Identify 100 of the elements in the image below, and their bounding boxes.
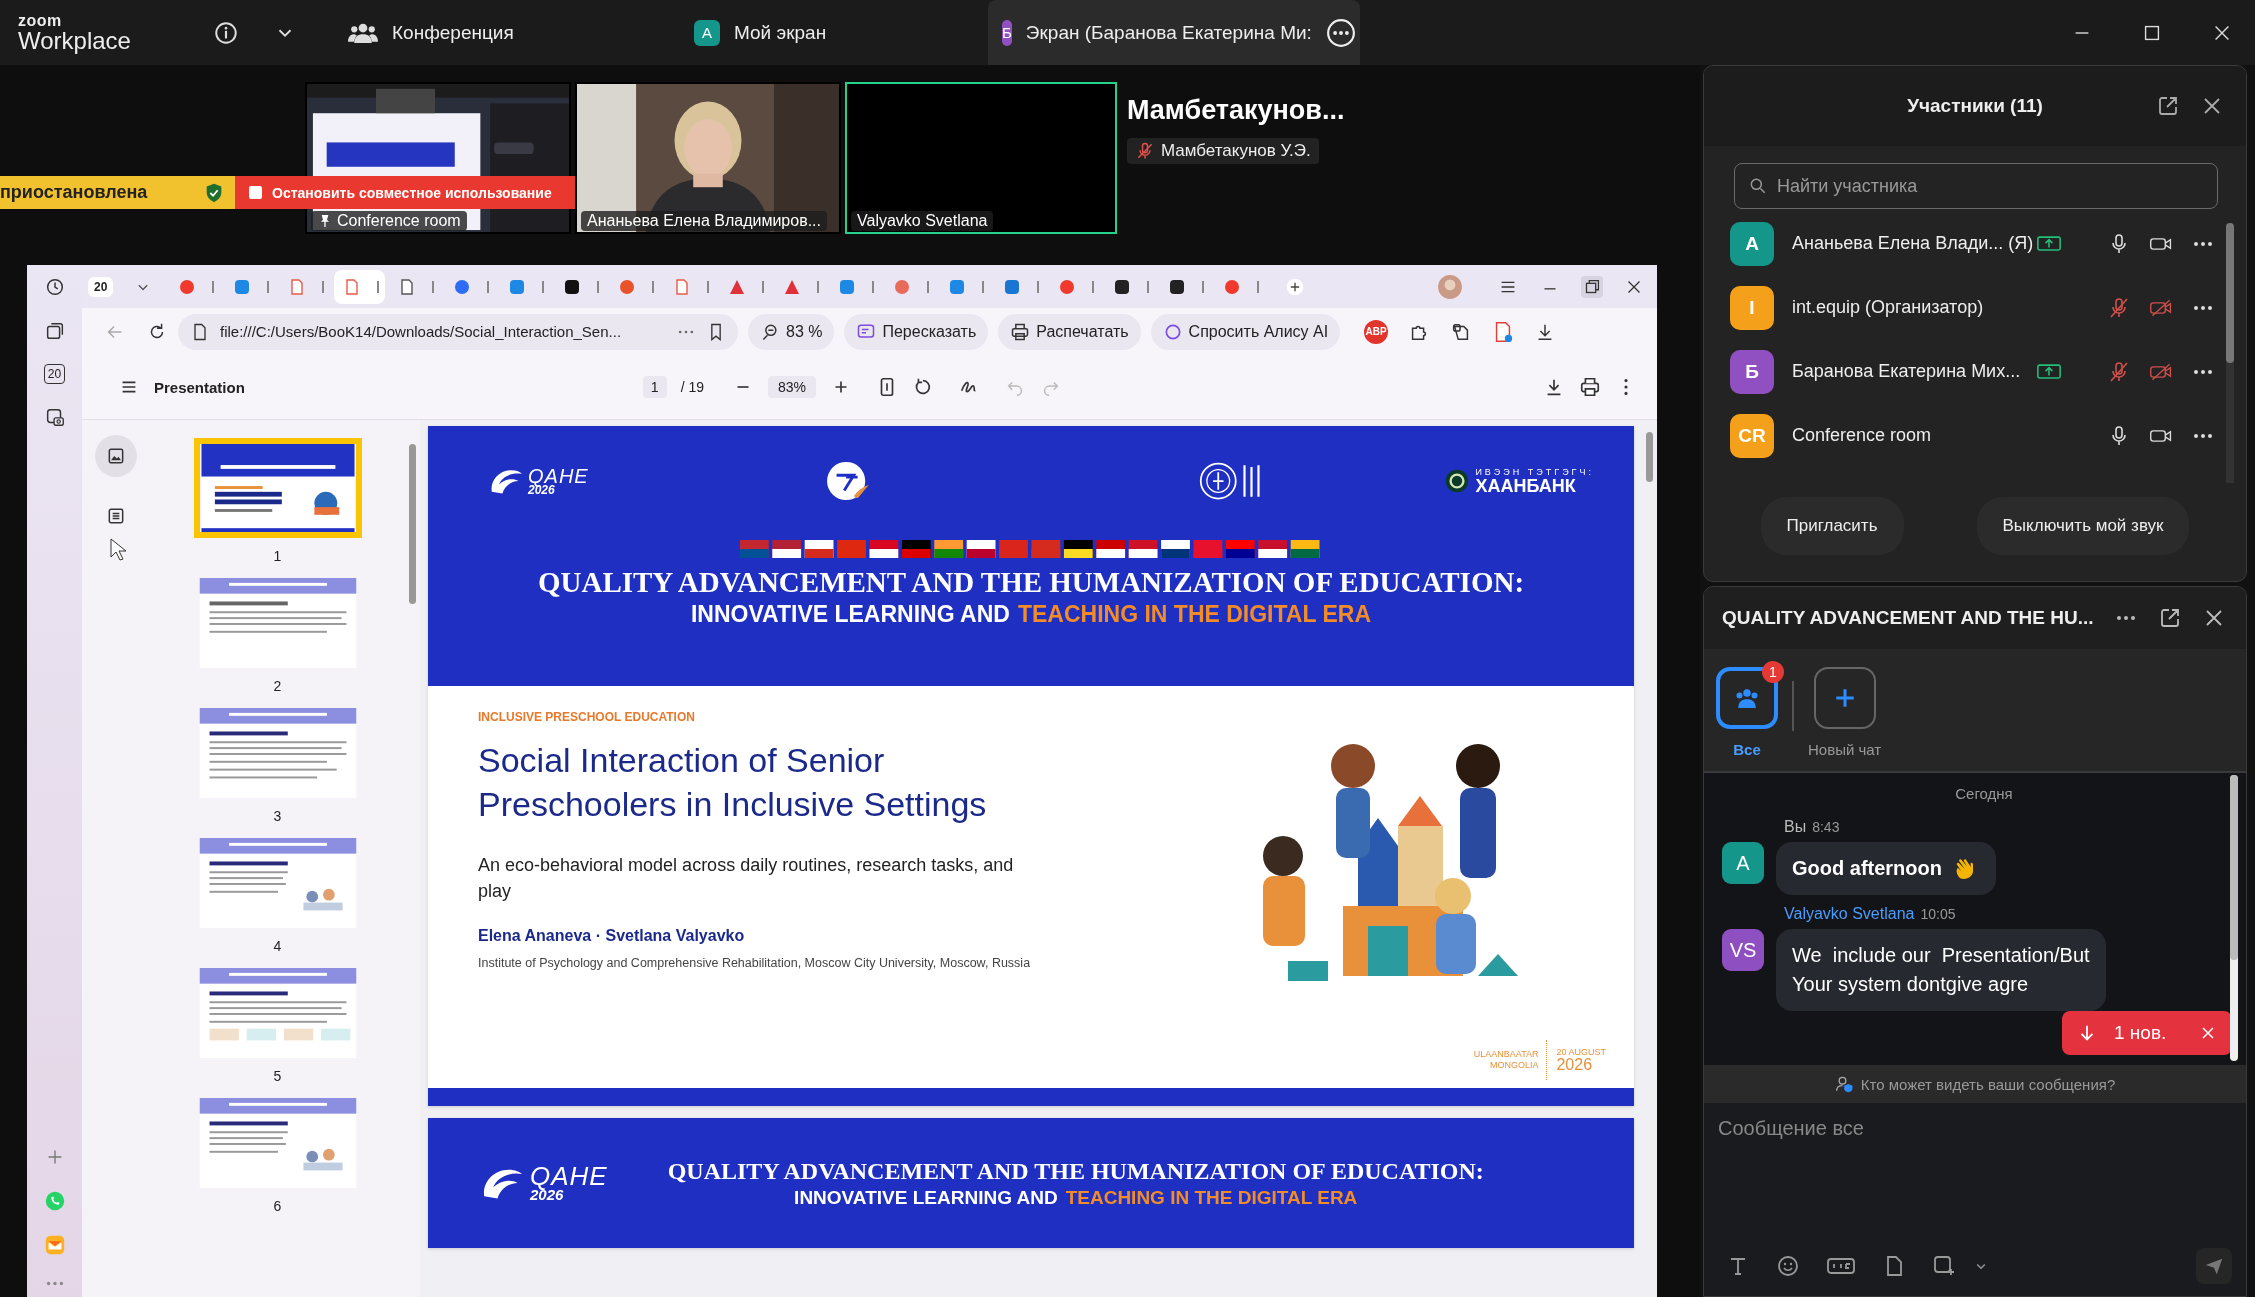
app-logo-text: zoom [18, 12, 63, 29]
address-field[interactable]: file:///C:/Users/BooK14/Downloads/Social_Interaction_Sen... [178, 313, 738, 350]
page-zoom-button[interactable]: 83 % [748, 313, 835, 350]
participant-name: Ананьева Елена Владимиров... [581, 211, 827, 231]
scrollbar-thumb[interactable] [409, 444, 416, 604]
scrollbar-thumb[interactable] [2226, 223, 2234, 363]
meeting-tab[interactable]: Б Экран (Баранова Екатерина Ми: [988, 0, 1360, 65]
toolbar-action-button[interactable]: Пересказать [844, 313, 989, 350]
participant-name[interactable]: int.equip (Организатор) [1792, 297, 2037, 318]
avatar: А [694, 19, 720, 46]
page-number-field[interactable]: 1 [642, 376, 667, 398]
participant-name[interactable]: Ананьева Елена Влади... (Я) [1792, 233, 2037, 254]
yandex-favicon-icon [1224, 278, 1241, 295]
video-tile[interactable]: Ананьева Елена Владимиров... [575, 82, 841, 234]
chat-tab-label[interactable]: Новый чат [1808, 741, 1882, 758]
page-number: 3 [273, 808, 282, 824]
chat-tab-label[interactable]: Все [1733, 741, 1761, 758]
photo-favicon-icon [894, 278, 911, 295]
avatar: I [1730, 285, 1774, 330]
message-time: 8:43 [1812, 819, 1840, 835]
page-thumbnail[interactable] [198, 578, 357, 668]
restore-icon[interactable] [1581, 275, 1603, 298]
send-button[interactable] [2196, 1248, 2232, 1284]
slide-subheadline: TEACHING IN THE DIGITAL ERA [1017, 601, 1372, 628]
more-icon[interactable] [1325, 17, 1356, 48]
toolbar-action-button[interactable]: Спросить Алису AI [1150, 313, 1341, 350]
toolbar-action-button[interactable]: Распечатать [998, 313, 1141, 350]
square-favicon-icon [1114, 278, 1131, 295]
panel-button[interactable]: Пригласить [1760, 497, 1904, 555]
logo-tagline: ИВЭЭН ТЭТГЭГЧ: [1475, 467, 1594, 477]
logo-text: QAHE [530, 1164, 608, 1188]
image-icon [106, 446, 126, 466]
mail-icon[interactable] [43, 1234, 66, 1256]
video-tile[interactable]: Valyavko Svetlana [845, 82, 1117, 234]
chat-title: QUALITY ADVANCEMENT AND THE HU... [1722, 607, 2094, 629]
page-number: 4 [273, 938, 282, 954]
privacy-notice[interactable]: Кто может видеть ваши сообщения? [1704, 1065, 2246, 1103]
document-title: Presentation [154, 378, 245, 396]
scrollbar[interactable] [1642, 420, 1657, 1297]
participant-name[interactable]: Баранова Екатерина Мих... [1792, 361, 2037, 382]
square-favicon-icon [1169, 278, 1186, 295]
tab-count-button[interactable]: 20 [88, 276, 114, 297]
meeting-tab[interactable]: А Мой экран [642, 0, 988, 65]
thumbnails-view-button[interactable] [95, 435, 137, 477]
muted-mic-icon[interactable] [2107, 359, 2131, 384]
scrollbar[interactable] [2230, 775, 2238, 1061]
triangle-favicon-icon [784, 278, 801, 295]
pdf-favicon-icon [289, 278, 306, 295]
app-name: Workplace [18, 28, 132, 53]
meeting-tab[interactable]: Конференция [296, 0, 642, 65]
search-icon [1748, 176, 1768, 196]
page-number: 1 [273, 548, 282, 564]
slide-headline: QUALITY ADVANCEMENT AND THE HUMANIZATION OF EDUCATION: [537, 566, 1525, 599]
avatar: CR [1730, 413, 1774, 458]
slide-subtitle: An eco-behavioral model across daily routines, research tasks, and play [478, 854, 1015, 904]
message-sender[interactable]: Valyavko Svetlana [1784, 905, 1915, 923]
page-thumbnail[interactable] [198, 1098, 357, 1188]
pop-out-icon[interactable] [2156, 94, 2180, 118]
tab-label: Мой экран [734, 21, 827, 44]
screenshot-icon[interactable] [1932, 1254, 1956, 1278]
slide-location: ULAANBAATAR [1473, 1049, 1539, 1060]
print-icon[interactable] [1579, 376, 1601, 398]
chat-favicon-icon [509, 278, 526, 295]
muted-mic-icon[interactable] [2107, 295, 2131, 320]
avatar: Б [1730, 349, 1774, 394]
slide-location: MONGOLIA [1489, 1060, 1539, 1071]
chat-favicon-icon [234, 278, 251, 295]
tab-label: Экран (Баранова Екатерина Ми: [1025, 21, 1312, 44]
slide-affiliation: Institute of Psychology and Comprehensive Rehabilitation, Moscow City University, Moscow, Russia [478, 954, 1032, 972]
message-field[interactable]: Сообщение все [1718, 1117, 2232, 1248]
panel-button[interactable]: Выключить мой звук [1976, 497, 2190, 555]
unread-badge: 1 [1762, 661, 1784, 683]
page-thumbnail[interactable] [193, 438, 362, 538]
page-number: 2 [273, 678, 282, 694]
page-thumbnail[interactable] [198, 708, 357, 798]
doc-favicon-icon [399, 278, 416, 295]
stop-sharing-button[interactable]: Остановить совместное использование [235, 176, 575, 209]
page-thumbnail[interactable] [198, 968, 357, 1058]
cloud-favicon-icon [564, 278, 581, 295]
slide-subheadline: TEACHING IN THE DIGITAL ERA [1065, 1186, 1358, 1209]
info-icon[interactable] [213, 19, 239, 46]
new-tab-icon[interactable] [1285, 276, 1306, 297]
participant-name[interactable]: Conference room [1792, 425, 2037, 446]
yandex-favicon-icon [1059, 278, 1076, 295]
scrollbar[interactable] [2226, 223, 2234, 483]
adblock-extension-button[interactable]: ABP [1364, 319, 1389, 344]
participant-name: Conference room [311, 211, 467, 231]
page-thumbnail[interactable] [198, 838, 357, 928]
chat-tab-button[interactable] [1813, 667, 1876, 729]
slide-year: 2026 [1556, 1056, 1594, 1073]
scrollbar-thumb[interactable] [2230, 775, 2238, 960]
search-field[interactable]: Найти участника [1734, 163, 2218, 209]
tab-count-button[interactable]: 20 [43, 364, 66, 384]
message-sender: Вы [1784, 818, 1807, 836]
new-messages-button[interactable]: 1 нов. [2062, 1011, 2233, 1055]
scrollbar-thumb[interactable] [1646, 432, 1653, 482]
bank-logo-icon [1445, 469, 1470, 493]
sharing-status: приостановлена [0, 182, 148, 203]
emoji-icon[interactable] [1776, 1254, 1800, 1278]
zoom-level-field[interactable]: 83% [768, 376, 817, 398]
